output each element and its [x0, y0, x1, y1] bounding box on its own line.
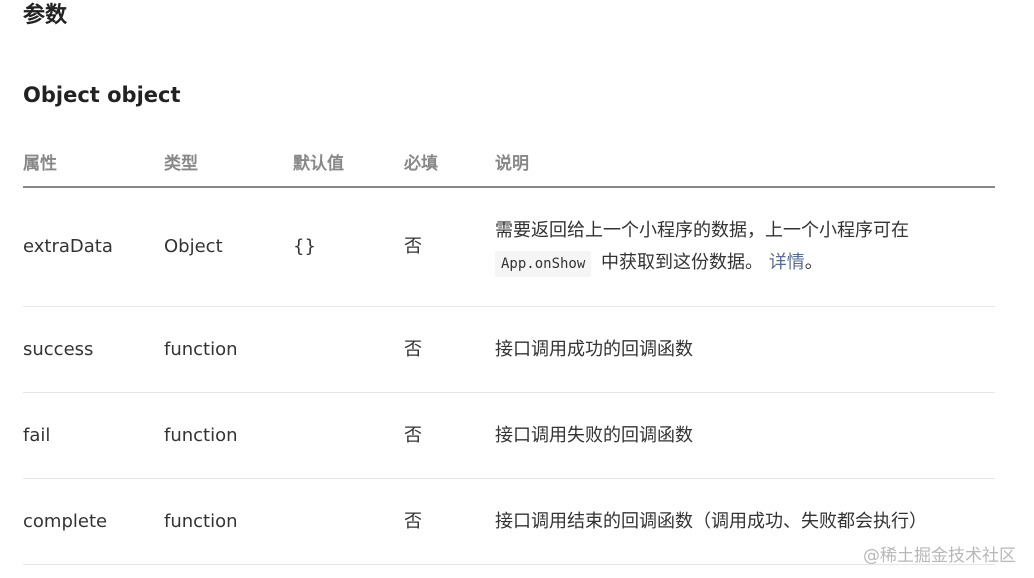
cell-required: 否: [404, 478, 495, 565]
section-title: 参数: [23, 3, 68, 28]
cell-name: success: [23, 306, 164, 393]
cell-name: complete: [23, 478, 164, 565]
table-row: fail function 否 接口调用失败的回调函数: [23, 392, 995, 479]
cell-required: 否: [404, 187, 495, 307]
cell-type: function: [164, 392, 293, 479]
description-text: 中获取到这份数据。: [595, 252, 764, 273]
header-property: 属性: [23, 136, 164, 188]
table-row: complete function 否 接口调用结束的回调函数（调用成功、失败都…: [23, 478, 995, 565]
description-text: 需要返回给上一个小程序的数据，上一个小程序可在: [495, 220, 909, 241]
cell-name: fail: [23, 392, 164, 479]
cell-name: extraData: [23, 187, 164, 307]
details-link[interactable]: 详情: [769, 252, 805, 273]
table-row: success function 否 接口调用成功的回调函数: [23, 306, 995, 393]
object-title: Object object: [23, 83, 181, 107]
params-table: 属性 类型 默认值 必填 说明 extraData Object {} 否 需要…: [23, 136, 995, 565]
cell-type: function: [164, 478, 293, 565]
cell-default: [293, 306, 404, 393]
cell-default: [293, 392, 404, 479]
cell-description: 接口调用失败的回调函数: [495, 392, 995, 479]
header-default: 默认值: [293, 136, 404, 188]
table-row: extraData Object {} 否 需要返回给上一个小程序的数据，上一个…: [23, 187, 995, 307]
cell-description: 需要返回给上一个小程序的数据，上一个小程序可在 App.onShow 中获取到这…: [495, 187, 995, 307]
header-type: 类型: [164, 136, 293, 188]
cell-default: [293, 478, 404, 565]
cell-required: 否: [404, 392, 495, 479]
table-header-row: 属性 类型 默认值 必填 说明: [23, 136, 995, 188]
header-description: 说明: [495, 136, 995, 188]
cell-required: 否: [404, 306, 495, 393]
code-snippet: App.onShow: [495, 251, 592, 277]
cell-type: function: [164, 306, 293, 393]
cell-description: 接口调用成功的回调函数: [495, 306, 995, 393]
cell-default: {}: [293, 187, 404, 307]
description-text: 。: [804, 252, 823, 273]
watermark: @稀土掘金技术社区: [863, 546, 1016, 566]
header-required: 必填: [404, 136, 495, 188]
cell-type: Object: [164, 187, 293, 307]
